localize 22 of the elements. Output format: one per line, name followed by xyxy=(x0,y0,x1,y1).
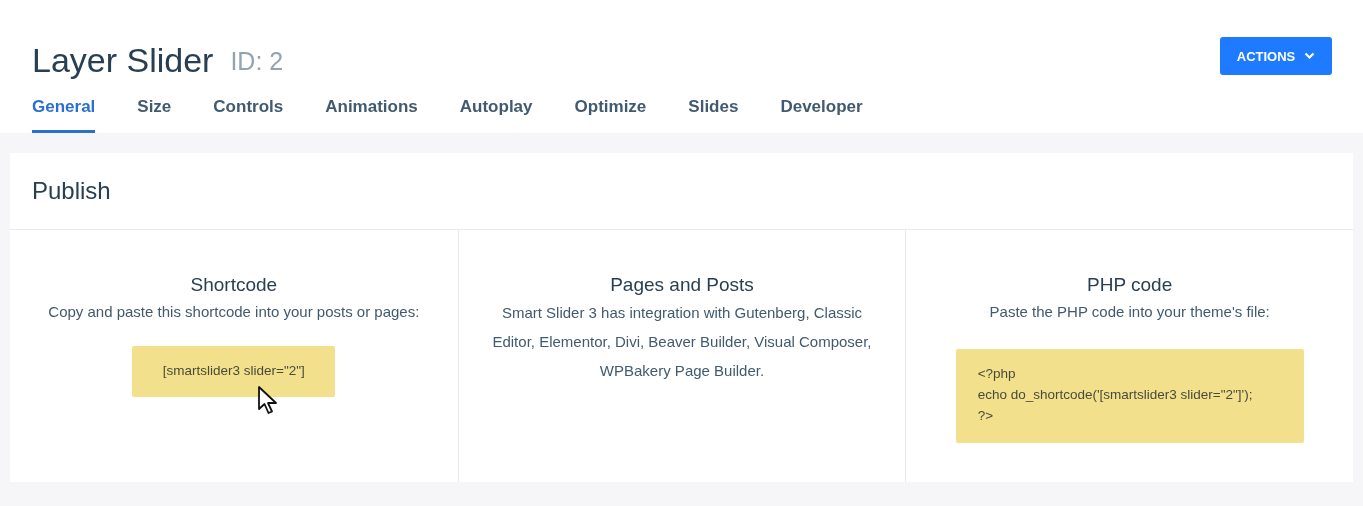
tab[interactable]: Autoplay xyxy=(459,95,533,133)
card-title: Publish xyxy=(32,177,111,205)
column-heading: PHP code xyxy=(1087,274,1173,296)
page-title: Layer Slider xyxy=(32,40,214,80)
code-snippet[interactable]: [smartslider3 slider="2"] xyxy=(132,346,336,397)
actions-button[interactable]: ACTIONS xyxy=(1220,37,1332,75)
code-snippet[interactable]: <?php echo do_shortcode('[smartslider3 slider="2"]'); ?> xyxy=(955,349,1304,443)
tab[interactable]: Optimize xyxy=(574,95,647,133)
chevron-down-icon xyxy=(1304,52,1316,60)
column-description: Copy and paste this shortcode into your posts or pages: xyxy=(48,303,420,321)
tab[interactable]: Animations xyxy=(325,95,418,133)
tab[interactable]: Slides xyxy=(688,95,739,133)
column-description: Smart Slider 3 has integration with Gutenberg, Classic Editor, Elementor, Divi, Beaver Builder, Visual Composer, WPBakery Page Builder. xyxy=(491,303,873,381)
tab[interactable]: Controls xyxy=(213,95,284,133)
column-heading: Shortcode xyxy=(190,274,278,296)
tab[interactable]: General xyxy=(32,95,96,133)
mouse-pointer-icon xyxy=(257,385,279,415)
column-description: Paste the PHP code into your theme's file: xyxy=(989,303,1270,321)
column-heading: Pages and Posts xyxy=(610,274,754,296)
slider-id: ID: 2 xyxy=(230,46,284,76)
tab[interactable]: Developer xyxy=(780,95,863,133)
tab[interactable]: Size xyxy=(137,95,172,133)
